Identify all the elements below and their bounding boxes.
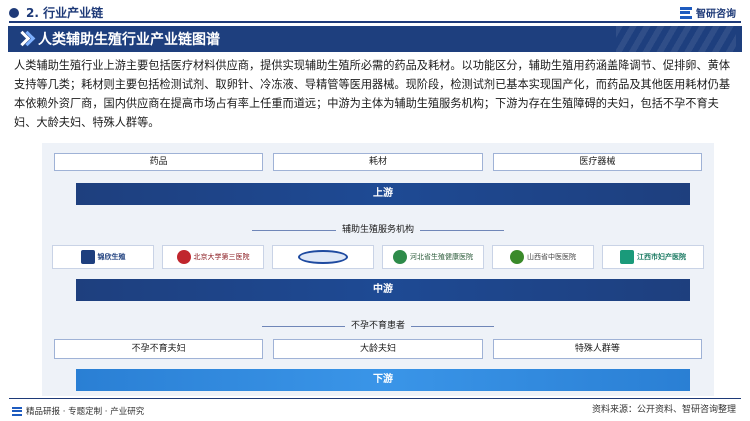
logo-text: 山西省中医医院 bbox=[527, 253, 576, 261]
footer-tagline: 精品研报 · 专题定制 · 产业研究 bbox=[12, 405, 144, 417]
institution-logos: 锦欣生殖 北京大学第三医院 河北省生殖健康医院 山西省中医医院 江西市妇产医院 bbox=[52, 245, 704, 269]
logo-text: 锦欣生殖 bbox=[97, 253, 126, 261]
logo-maternity-hospital: 江西市妇产医院 bbox=[602, 245, 704, 269]
industry-chain-diagram: 药品 耗材 医疗器械 上游 辅助生殖服务机构 锦欣生殖 北京大学第三医院 河北省… bbox=[42, 143, 714, 396]
double-chevron-icon bbox=[17, 33, 29, 45]
footer-rule bbox=[9, 398, 741, 399]
top-bar: 2. 行业产业链 智研咨询 bbox=[0, 0, 750, 26]
logo-text: 北京大学第三医院 bbox=[193, 253, 250, 261]
hebei-hospital-logo-icon bbox=[393, 250, 407, 264]
logo-shanxi-tcm-hospital: 山西省中医医院 bbox=[492, 245, 594, 269]
upstream-item-drugs: 药品 bbox=[54, 153, 264, 171]
section-bullet-icon bbox=[9, 8, 19, 18]
upstream-items: 药品 耗材 医疗器械 bbox=[54, 153, 702, 171]
downstream-sub-label-text: 不孕不育患者 bbox=[344, 321, 411, 331]
banner-decoration bbox=[616, 26, 736, 52]
jinxin-logo-icon bbox=[80, 250, 95, 264]
title-banner: 人类辅助生殖行业产业链图谱 bbox=[8, 26, 742, 52]
header-rule bbox=[9, 21, 741, 23]
upstream-bar: 上游 bbox=[76, 183, 690, 205]
logo-jinxin: 锦欣生殖 bbox=[52, 245, 154, 269]
downstream-items: 不孕不育夫妇 大龄夫妇 特殊人群等 bbox=[54, 339, 702, 359]
oval-emblem-icon bbox=[298, 250, 348, 264]
intro-paragraph: 人类辅助生殖行业上游主要包括医疗材料供应商，提供实现辅助生殖所必需的药品及耗材。… bbox=[14, 59, 731, 129]
footer-logo-icon bbox=[12, 406, 22, 416]
maternity-hospital-logo-icon bbox=[620, 250, 634, 264]
downstream-item-infertile-couples: 不孕不育夫妇 bbox=[54, 339, 264, 359]
logo-oval-emblem bbox=[272, 245, 374, 269]
midstream-sub-label: 辅助生殖服务机构 bbox=[252, 223, 504, 237]
logo-pku-third-hospital: 北京大学第三医院 bbox=[162, 245, 264, 269]
pku-hospital-logo-icon bbox=[176, 250, 191, 264]
downstream-bar: 下游 bbox=[76, 369, 690, 391]
brand-name: 智研咨询 bbox=[696, 9, 736, 20]
shanxi-hospital-logo-icon bbox=[510, 250, 524, 264]
upstream-item-devices: 医疗器械 bbox=[492, 153, 702, 171]
brand: 智研咨询 bbox=[680, 5, 736, 20]
brand-logo-icon bbox=[680, 6, 692, 19]
section-title: 2. 行业产业链 bbox=[26, 6, 104, 20]
midstream-sub-label-text: 辅助生殖服务机构 bbox=[335, 225, 420, 235]
downstream-sub-label: 不孕不育患者 bbox=[262, 319, 494, 333]
logo-text: 江西市妇产医院 bbox=[637, 253, 686, 261]
downstream-item-special-groups: 特殊人群等 bbox=[492, 339, 702, 359]
page-title: 人类辅助生殖行业产业链图谱 bbox=[38, 32, 220, 48]
logo-hebei-reproductive-hospital: 河北省生殖健康医院 bbox=[382, 245, 484, 269]
downstream-item-older-couples: 大龄夫妇 bbox=[273, 339, 483, 359]
source-note: 资料来源：公开资料、智研咨询整理 bbox=[591, 405, 736, 415]
upstream-item-consumables: 耗材 bbox=[273, 153, 483, 171]
logo-text: 河北省生殖健康医院 bbox=[410, 253, 473, 261]
midstream-bar: 中游 bbox=[76, 279, 690, 301]
footer-tagline-text: 精品研报 · 专题定制 · 产业研究 bbox=[26, 407, 145, 417]
